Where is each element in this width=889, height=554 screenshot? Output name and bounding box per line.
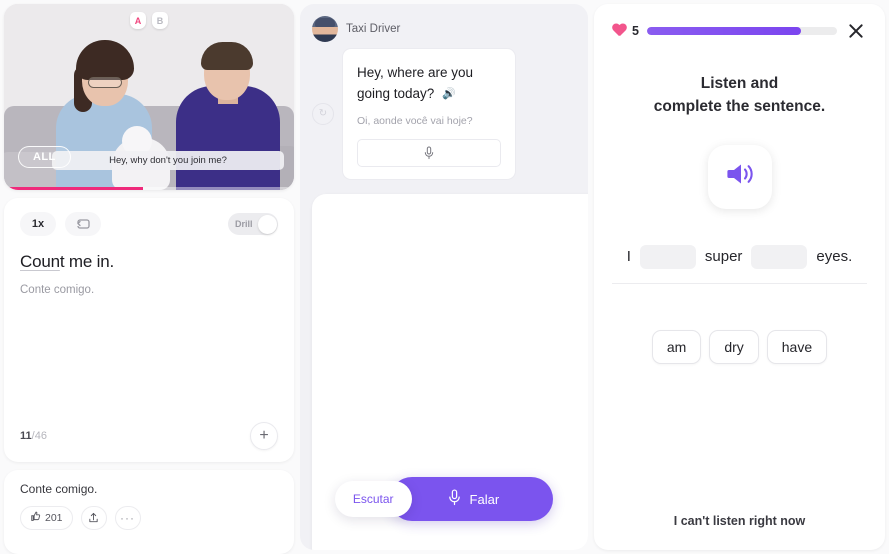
- badge-speaker-b[interactable]: B: [152, 12, 168, 29]
- chat-bubble-row: ↻ Hey, where are you going today? 🔊 Oi, …: [312, 48, 576, 180]
- bubble-text-en: Hey, where are you going today? 🔊: [357, 63, 501, 105]
- chat-bubble[interactable]: Hey, where are you going today? 🔊 Oi, ao…: [342, 48, 516, 180]
- phrase-counter-total: /46: [31, 430, 47, 442]
- phrase-english-underlined: Coun: [20, 252, 60, 271]
- add-phrase-button[interactable]: +: [250, 422, 278, 450]
- video-progress-fill: [4, 186, 144, 190]
- drill-toggle[interactable]: Drill: [228, 213, 278, 235]
- phrase-english[interactable]: Count me in.: [20, 252, 278, 272]
- sender-name: Taxi Driver: [346, 23, 401, 35]
- hearts-counter[interactable]: 5: [612, 24, 639, 38]
- phrase-translation: Conte comigo.: [20, 284, 95, 296]
- app-root: A B ALL Hey, why don't you join me? 1x D…: [0, 0, 889, 554]
- phrase-card: 1x Drill Count me in. Conte comigo. 11/4…: [4, 198, 294, 462]
- bubble-text-pt: Oi, aonde você vai hoje?: [357, 114, 473, 127]
- drill-toggle-label: Drill: [235, 219, 253, 229]
- exercise-progress-fill: [646, 27, 801, 35]
- thumbs-up-icon: [30, 511, 41, 525]
- heart-icon: [612, 24, 627, 38]
- chat-message-header: Taxi Driver: [312, 16, 576, 42]
- replay-icon[interactable]: ↻: [312, 102, 334, 125]
- social-card: Conte comigo. 201 ···: [4, 470, 294, 554]
- conversation-panel[interactable]: Taxi Driver ↻ Hey, where are you going t…: [300, 4, 588, 550]
- share-icon[interactable]: [80, 506, 107, 530]
- close-icon[interactable]: [845, 20, 867, 42]
- word-chip[interactable]: have: [766, 329, 828, 364]
- exercise-title-line2: complete the sentence.: [653, 98, 826, 116]
- badge-speaker-a[interactable]: A: [130, 12, 146, 29]
- all-filter-pill[interactable]: ALL: [18, 146, 71, 168]
- sentence-part-3: eyes.: [816, 248, 853, 265]
- cant-listen-button[interactable]: I can't listen right now: [612, 514, 867, 528]
- mic-input[interactable]: [357, 138, 501, 167]
- exercise-panel: 5 Listen and complete the sentence. I su…: [594, 4, 885, 550]
- avatar[interactable]: [312, 16, 338, 42]
- person-man-hair: [201, 42, 253, 70]
- social-actions: 201 ···: [20, 506, 278, 530]
- exercise-title: Listen and complete the sentence.: [612, 72, 867, 119]
- hearts-count: 5: [632, 24, 639, 38]
- phrase-english-rest: t me in.: [59, 252, 114, 271]
- exercise-progress-bar: [646, 27, 837, 35]
- chat-message: Taxi Driver ↻ Hey, where are you going t…: [312, 16, 576, 180]
- sentence-blank-1[interactable]: [639, 244, 696, 269]
- phrase-card-toolbar: 1x Drill: [20, 212, 278, 236]
- speak-button-label: Falar: [469, 491, 500, 507]
- video-player[interactable]: A B ALL Hey, why don't you join me?: [4, 4, 294, 190]
- like-button[interactable]: 201: [20, 506, 73, 530]
- speaker-icon[interactable]: 🔊: [442, 86, 456, 103]
- phrase-counter-current: 11: [20, 430, 32, 442]
- more-icon[interactable]: ···: [114, 506, 141, 530]
- sentence-part-2: super: [704, 248, 743, 265]
- video-subtitle: Hey, why don't you join me?: [52, 151, 284, 170]
- word-chip[interactable]: am: [651, 329, 702, 364]
- exercise-title-line1: Listen and: [700, 75, 779, 92]
- speaker-badges: A B: [4, 12, 294, 29]
- fill-in-sentence: I super eyes.: [612, 244, 867, 284]
- like-count: 201: [45, 512, 63, 524]
- word-chip[interactable]: dry: [709, 329, 759, 364]
- loop-icon[interactable]: [65, 212, 101, 236]
- microphone-icon: [448, 489, 461, 509]
- sentence-part-1: I: [626, 248, 631, 265]
- conversation-actions: Escutar Falar: [300, 477, 588, 521]
- word-options: am dry have: [612, 329, 867, 364]
- listen-button[interactable]: Escutar: [334, 481, 412, 517]
- video-progress-bar[interactable]: [4, 186, 294, 190]
- drill-toggle-knob: [257, 214, 277, 234]
- phrase-card-footer: 11/46 +: [20, 422, 278, 450]
- lesson-panel: A B ALL Hey, why don't you join me? 1x D…: [4, 0, 294, 554]
- phrase-counter: 11/46: [20, 430, 47, 442]
- sentence-blank-2[interactable]: [751, 244, 808, 269]
- playback-speed-button[interactable]: 1x: [20, 212, 56, 236]
- glasses-icon: [88, 77, 122, 88]
- speaker-play-icon: [724, 159, 756, 194]
- exercise-header: 5: [612, 20, 867, 42]
- play-audio-button[interactable]: [707, 144, 772, 209]
- speak-button[interactable]: Falar: [389, 477, 554, 521]
- social-card-text: Conte comigo.: [20, 482, 98, 496]
